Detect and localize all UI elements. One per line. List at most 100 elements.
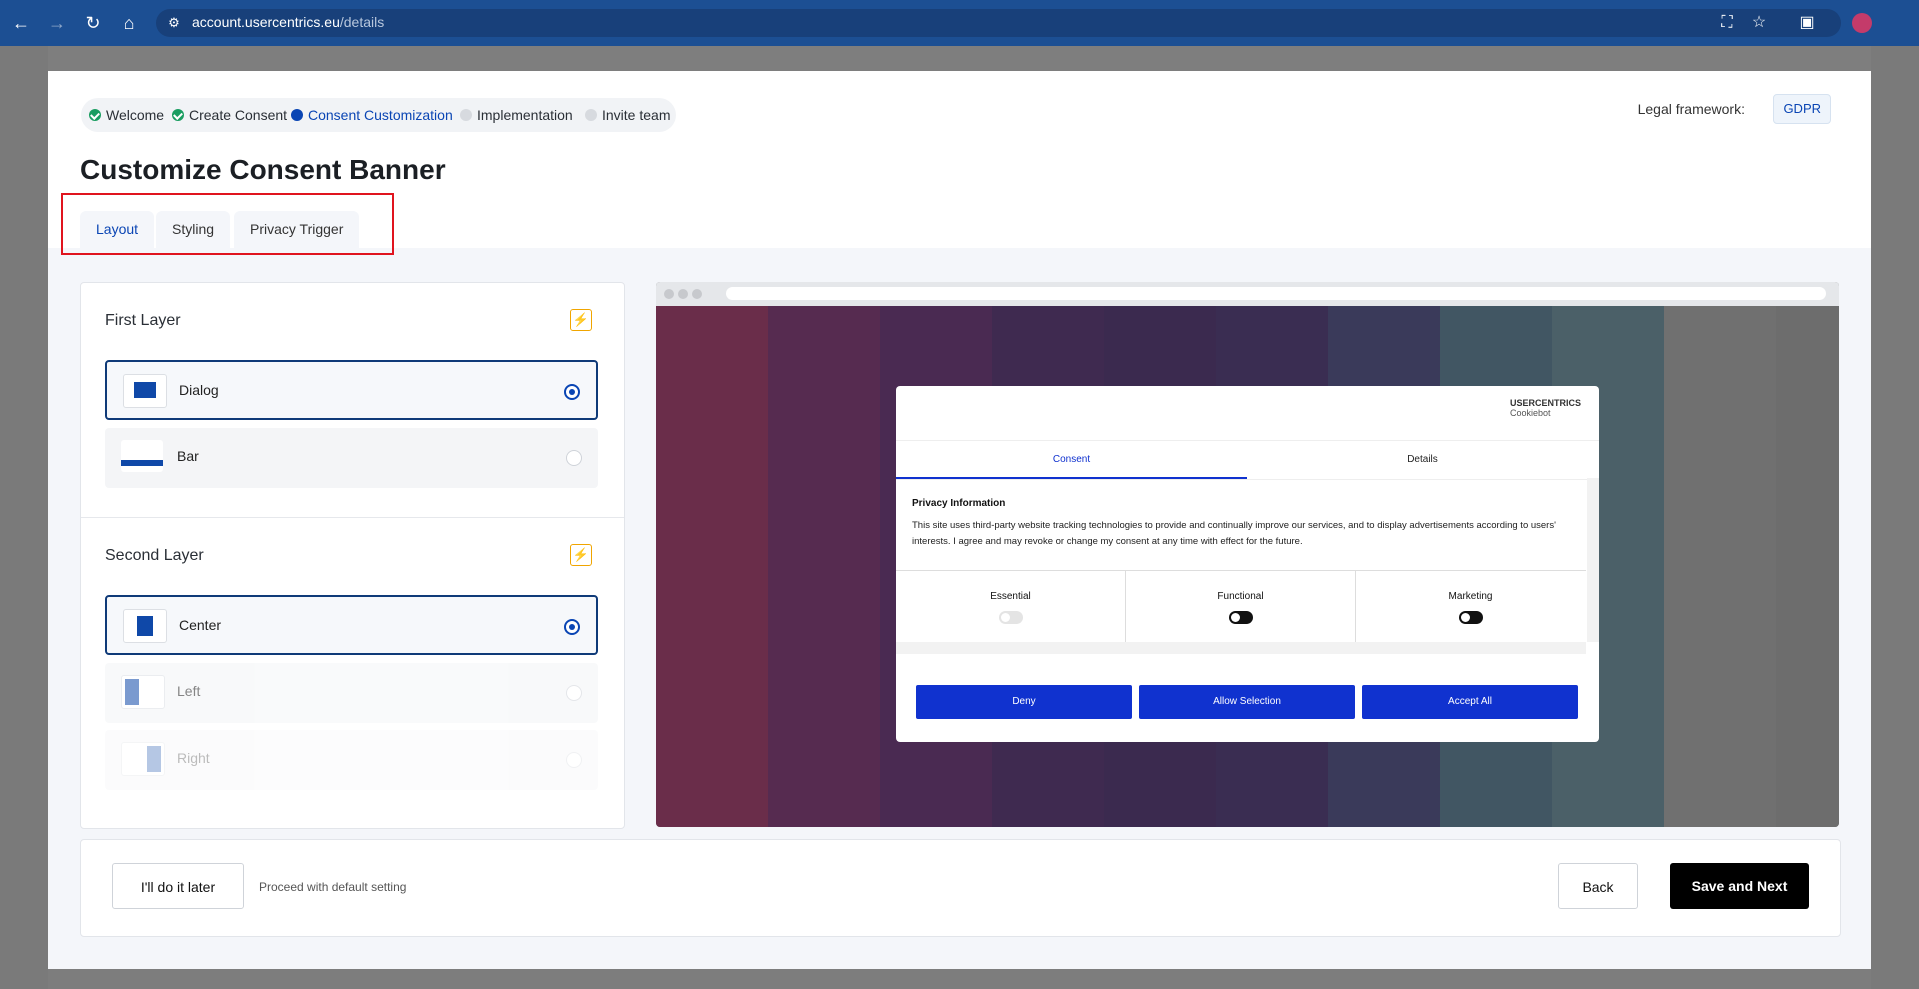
legal-framework-label: Legal framework: bbox=[1637, 101, 1745, 117]
first-layer-heading: First Layer bbox=[105, 312, 181, 329]
address-bar[interactable] bbox=[156, 9, 1841, 37]
banner-tab-consent[interactable]: Consent bbox=[896, 441, 1247, 479]
option-label: Left bbox=[177, 683, 201, 699]
radio-button[interactable] bbox=[566, 685, 582, 701]
logo-text: USERCENTRICS bbox=[1509, 398, 1581, 408]
consent-categories: Essential Functional Marketing bbox=[896, 570, 1586, 644]
do-it-later-button[interactable]: I'll do it later bbox=[112, 863, 244, 909]
toggle-switch[interactable] bbox=[1458, 611, 1483, 624]
section-divider bbox=[81, 517, 624, 518]
check-circle-icon bbox=[89, 109, 101, 121]
legal-framework-badge[interactable]: GDPR bbox=[1773, 94, 1831, 124]
layout-settings-card: First Layer ⚡ Dialog Bar Second Layer ⚡ … bbox=[80, 282, 625, 829]
check-circle-icon bbox=[172, 109, 184, 121]
option-right[interactable]: Right bbox=[105, 730, 598, 790]
option-label: Right bbox=[177, 750, 210, 766]
step-welcome: Welcome bbox=[89, 107, 164, 123]
reload-icon[interactable]: ↻ bbox=[82, 12, 104, 34]
site-settings-icon[interactable]: ⚙ bbox=[163, 12, 185, 34]
deny-button[interactable]: Deny bbox=[916, 685, 1132, 719]
window-dot-icon bbox=[692, 289, 702, 299]
highlight-annotation-box bbox=[61, 193, 394, 255]
modal-backdrop-right bbox=[1871, 46, 1919, 989]
option-label: Dialog bbox=[179, 382, 219, 398]
horizontal-scrollbar[interactable] bbox=[896, 642, 1586, 654]
dialog-shape-icon bbox=[134, 382, 156, 398]
option-left[interactable]: Left bbox=[105, 663, 598, 723]
extensions-icon[interactable]: ▣ bbox=[1796, 12, 1818, 34]
radio-button[interactable] bbox=[566, 752, 582, 768]
category-label: Essential bbox=[990, 591, 1031, 602]
category-label: Functional bbox=[1217, 591, 1264, 602]
option-dialog[interactable]: Dialog bbox=[105, 360, 598, 420]
step-implementation: Implementation bbox=[460, 107, 573, 123]
banner-tabs: Consent Details bbox=[896, 440, 1599, 480]
step-label: Welcome bbox=[106, 107, 165, 123]
option-label: Bar bbox=[177, 448, 199, 464]
privacy-info-text: This site uses third-party website track… bbox=[912, 520, 1556, 547]
bookmark-star-icon[interactable]: ☆ bbox=[1748, 12, 1770, 34]
onboarding-panel: Welcome Create Consent Consent Customiza… bbox=[48, 71, 1871, 969]
url-path: /details bbox=[339, 14, 385, 30]
url-host: account.usercentrics.eu bbox=[192, 14, 340, 30]
left-thumbnail bbox=[121, 675, 165, 709]
step-create-consent: Create Consent bbox=[172, 107, 287, 123]
default-setting-note: Proceed with default setting bbox=[259, 880, 407, 894]
lightning-icon[interactable]: ⚡ bbox=[570, 309, 592, 331]
save-and-next-button[interactable]: Save and Next bbox=[1670, 863, 1809, 909]
forward-arrow-icon[interactable]: → bbox=[46, 12, 68, 34]
window-dot-icon bbox=[678, 289, 688, 299]
window-dot-icon bbox=[664, 289, 674, 299]
center-thumbnail bbox=[123, 609, 167, 643]
right-thumbnail bbox=[121, 742, 165, 776]
url-text[interactable]: account.usercentrics.eu/details bbox=[192, 14, 384, 30]
background-stripe bbox=[768, 306, 880, 827]
privacy-info-heading: Privacy Information bbox=[912, 498, 1006, 509]
back-button[interactable]: Back bbox=[1558, 863, 1638, 909]
option-label: Center bbox=[179, 617, 222, 633]
category-label: Marketing bbox=[1448, 591, 1493, 602]
bar-thumbnail bbox=[121, 440, 163, 472]
lightning-icon[interactable]: ⚡ bbox=[570, 544, 592, 566]
bar-shape-icon bbox=[121, 460, 163, 466]
allow-selection-button[interactable]: Allow Selection bbox=[1139, 685, 1355, 719]
option-bar[interactable]: Bar bbox=[105, 428, 598, 488]
second-layer-heading: Second Layer bbox=[105, 547, 204, 564]
category-essential: Essential bbox=[896, 571, 1126, 643]
logo-subtext: Cookiebot bbox=[1509, 408, 1551, 418]
step-label: Implementation bbox=[477, 107, 573, 123]
modal-backdrop-top bbox=[48, 46, 1871, 71]
step-label: Create Consent bbox=[189, 107, 288, 123]
radio-button[interactable] bbox=[566, 450, 582, 466]
consent-banner: USERCENTRICS Cookiebot Consent Details Pr… bbox=[896, 386, 1599, 742]
category-marketing: Marketing bbox=[1356, 571, 1585, 643]
preview-browser-bar bbox=[656, 282, 1839, 306]
footer-bar: I'll do it later Proceed with default se… bbox=[80, 839, 1841, 937]
preview-url-bar bbox=[726, 287, 1826, 300]
toggle-switch[interactable] bbox=[1228, 611, 1253, 624]
accept-all-button[interactable]: Accept All bbox=[1362, 685, 1578, 719]
option-center[interactable]: Center bbox=[105, 595, 598, 655]
usercentrics-logo: USERCENTRICS Cookiebot bbox=[1510, 398, 1581, 418]
pending-step-dot-icon bbox=[585, 109, 597, 121]
banner-tab-details[interactable]: Details bbox=[1247, 441, 1598, 479]
toggle-switch bbox=[998, 611, 1023, 624]
translate-icon[interactable]: ⛶ bbox=[1716, 12, 1738, 34]
active-step-dot-icon bbox=[291, 109, 303, 121]
radio-button[interactable] bbox=[564, 384, 580, 400]
center-shape-icon bbox=[137, 616, 153, 636]
banner-preview: USERCENTRICS Cookiebot Consent Details Pr… bbox=[656, 282, 1839, 827]
progress-stepper: Welcome Create Consent Consent Customiza… bbox=[81, 98, 676, 132]
radio-button[interactable] bbox=[564, 619, 580, 635]
page-title: Customize Consent Banner bbox=[80, 154, 446, 185]
step-consent-customization: Consent Customization bbox=[291, 107, 453, 123]
home-icon[interactable]: ⌂ bbox=[118, 12, 140, 34]
category-functional: Functional bbox=[1126, 571, 1356, 643]
modal-backdrop-left bbox=[0, 46, 48, 989]
background-stripe bbox=[656, 306, 768, 827]
background-stripe bbox=[1776, 306, 1839, 827]
back-arrow-icon[interactable]: ← bbox=[10, 12, 32, 34]
vertical-scrollbar[interactable] bbox=[1587, 478, 1599, 642]
step-label: Consent Customization bbox=[308, 107, 453, 123]
profile-avatar[interactable] bbox=[1852, 13, 1872, 33]
